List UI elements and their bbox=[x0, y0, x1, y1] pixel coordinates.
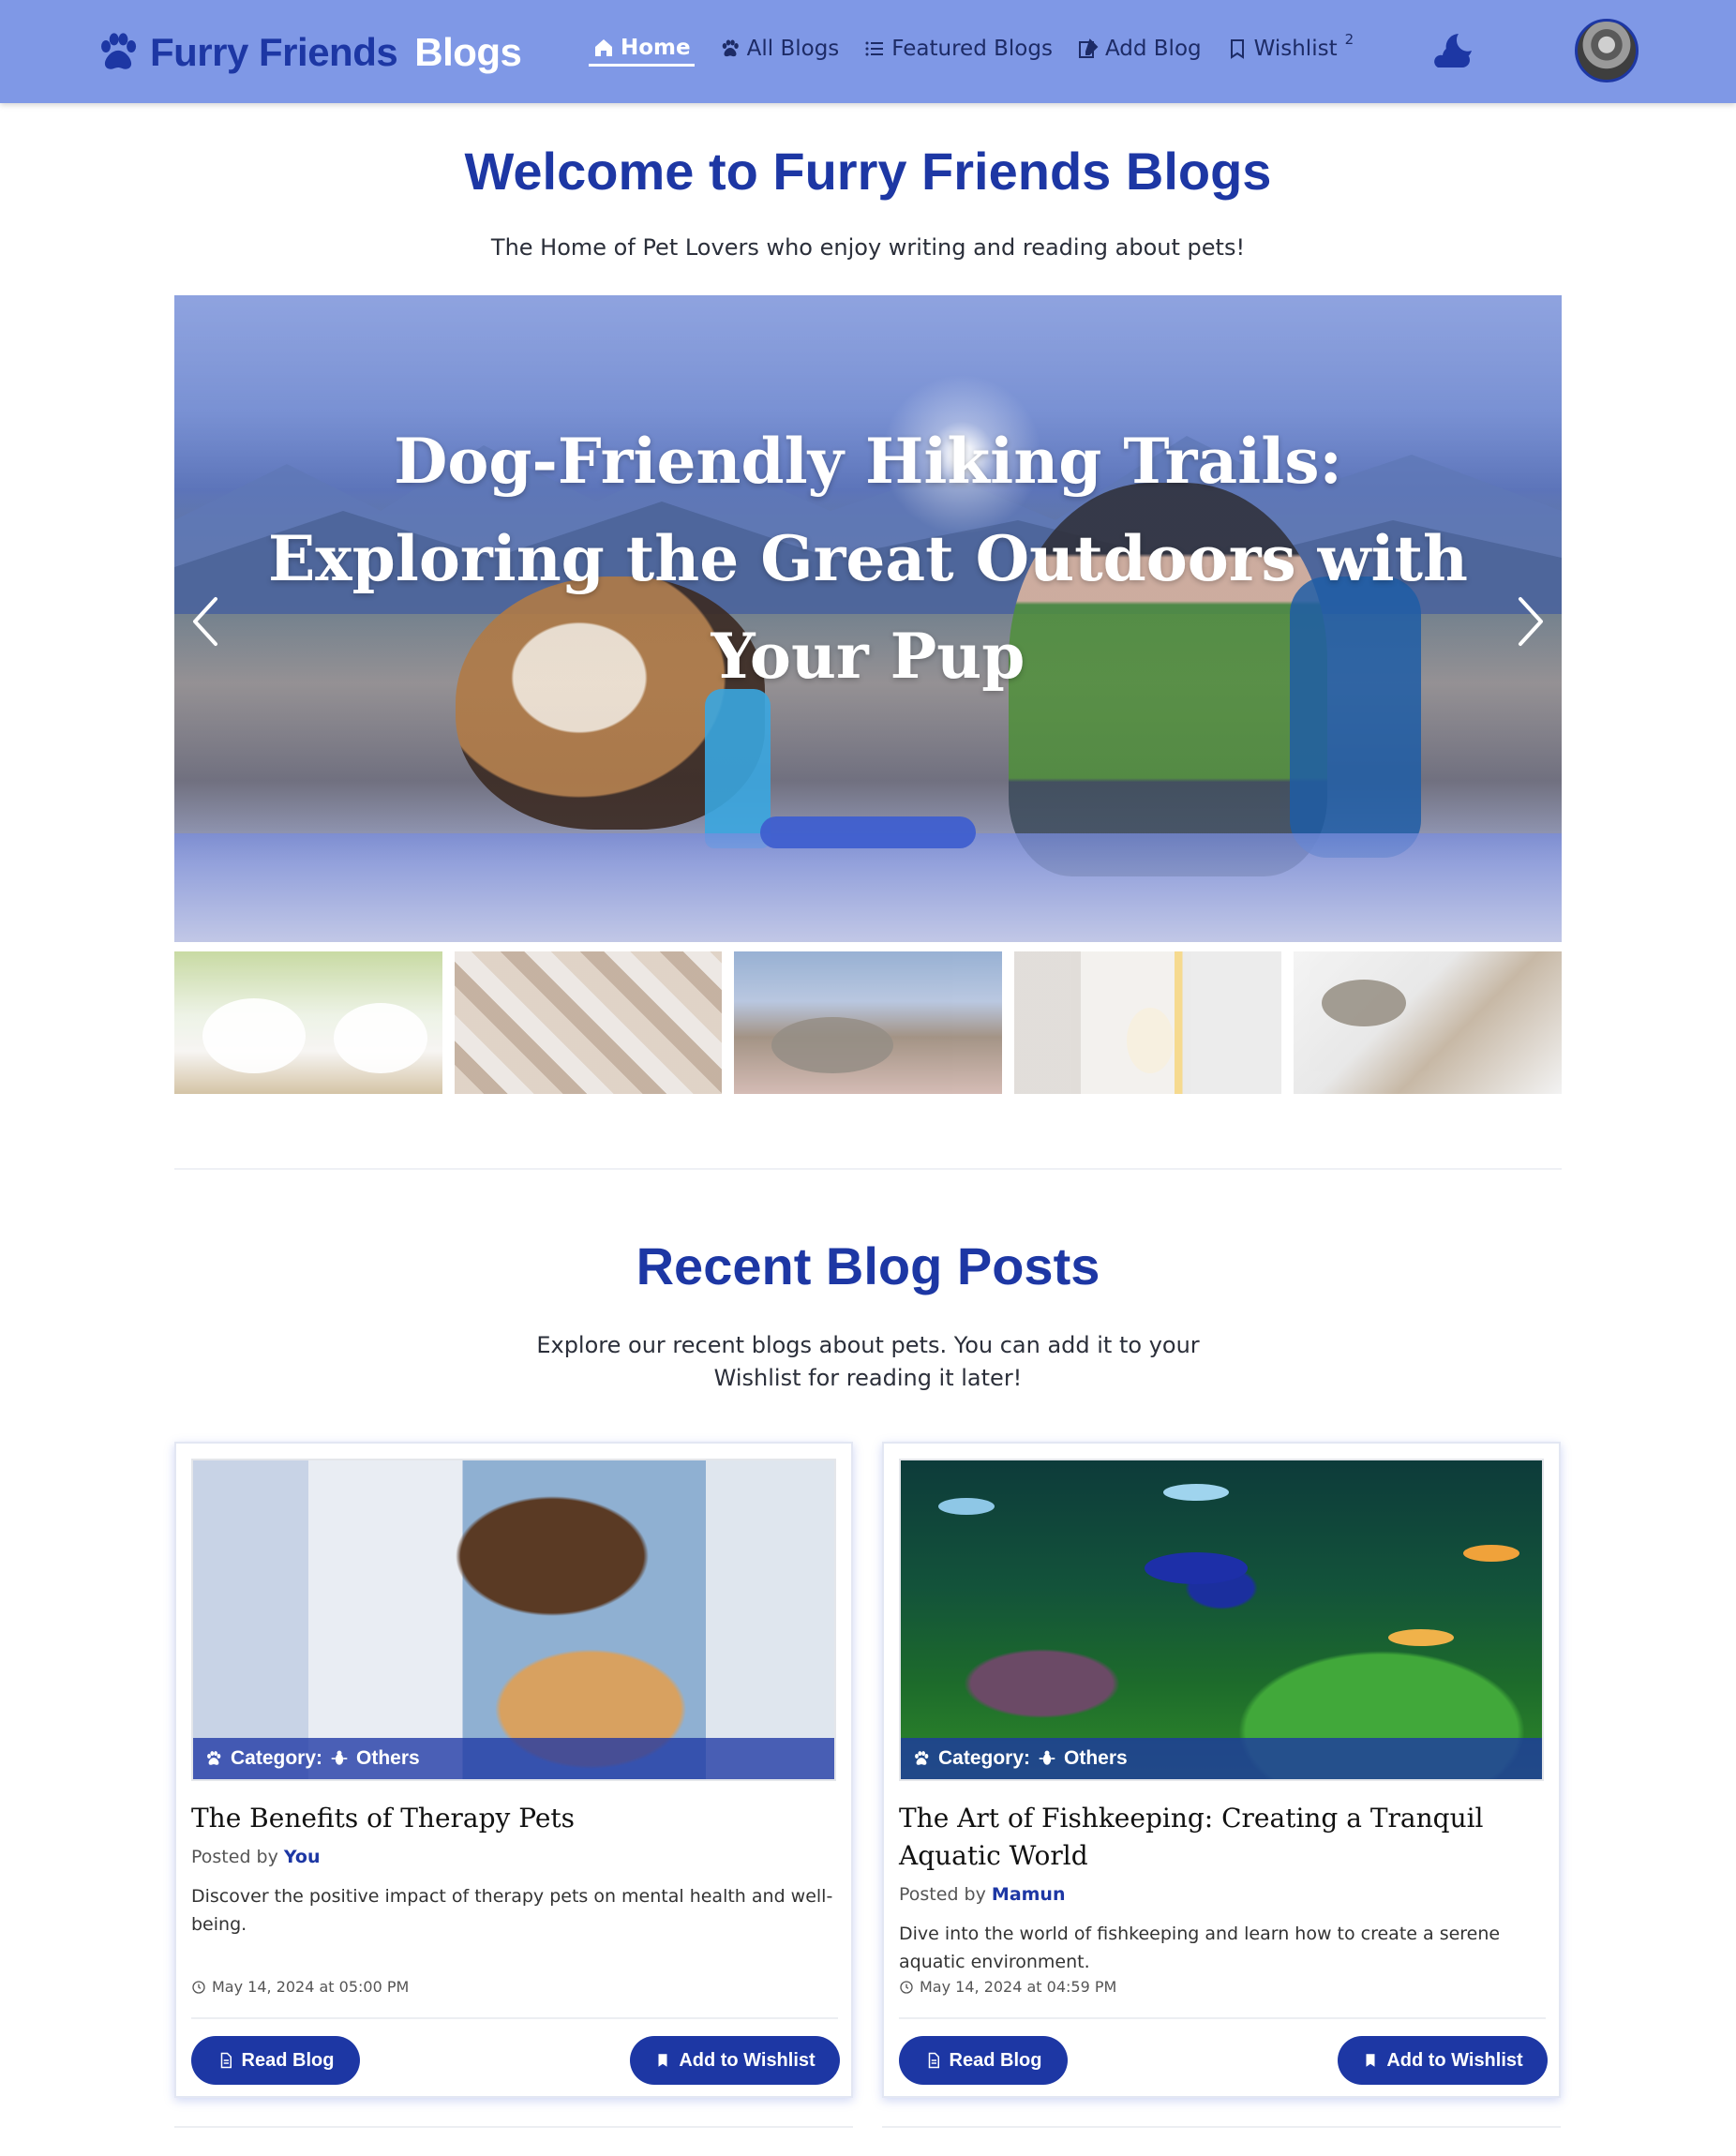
add-to-wishlist-button[interactable]: Add to Wishlist bbox=[630, 2036, 840, 2085]
main-nav: Home All Blogs Featured Blogs Add Blog W… bbox=[589, 28, 1354, 73]
nav-wishlist-label: Wishlist bbox=[1253, 37, 1338, 61]
fish-shape bbox=[1388, 1629, 1454, 1646]
rabbit-shape bbox=[202, 998, 306, 1073]
fish-shape bbox=[1463, 1545, 1519, 1562]
paw-icon bbox=[915, 1751, 929, 1765]
bookmark-icon bbox=[1366, 2054, 1375, 2067]
document-icon bbox=[220, 2052, 232, 2069]
next-card-edge bbox=[174, 2126, 853, 2128]
moon-cloud-icon[interactable] bbox=[1427, 30, 1475, 73]
nav-home[interactable]: Home bbox=[589, 36, 695, 67]
edit-icon bbox=[1078, 38, 1099, 58]
read-blog-label: Read Blog bbox=[949, 2049, 1042, 2071]
cat-shape bbox=[1322, 980, 1407, 1026]
posted-by: Posted by You bbox=[191, 1847, 321, 1867]
nav-wishlist[interactable]: Wishlist 2 bbox=[1226, 31, 1354, 65]
rabbit-shape bbox=[771, 1017, 894, 1073]
author-link[interactable]: You bbox=[284, 1847, 321, 1867]
nav-featured-blogs[interactable]: Featured Blogs bbox=[863, 37, 1053, 65]
category-prefix: Category: bbox=[938, 1747, 1031, 1769]
category-badge: Category: Others bbox=[901, 1738, 1542, 1779]
read-blog-button[interactable]: Read Blog bbox=[899, 2036, 1068, 2085]
category-prefix: Category: bbox=[231, 1747, 323, 1769]
fish-shape bbox=[1145, 1552, 1248, 1584]
user-avatar[interactable] bbox=[1575, 19, 1639, 82]
document-icon bbox=[928, 2052, 939, 2069]
nav-all-blogs[interactable]: All Blogs bbox=[719, 37, 840, 65]
bug-icon bbox=[331, 1750, 348, 1765]
post-date: May 14, 2024 at 05:00 PM bbox=[191, 1978, 409, 1996]
blog-card: Category: Others The Art of Fishkeeping:… bbox=[882, 1442, 1561, 2098]
blog-card-description: Discover the positive impact of therapy … bbox=[191, 1886, 833, 1935]
wishlist-count-badge: 2 bbox=[1344, 31, 1354, 48]
thumbnail-cat-indoors[interactable] bbox=[1013, 951, 1282, 1094]
bottle-shape bbox=[705, 689, 771, 848]
navbar: Furry Friends Blogs Home All Blogs Featu… bbox=[0, 0, 1736, 103]
category-name: Others bbox=[1064, 1747, 1128, 1769]
posted-by-prefix: Posted by bbox=[191, 1847, 278, 1867]
slide-caption-pill[interactable] bbox=[760, 816, 976, 848]
featured-carousel[interactable]: Dog-Friendly Hiking Trails: Exploring th… bbox=[174, 295, 1562, 942]
card-divider bbox=[191, 2017, 838, 2019]
thumbnail-cat-litter-box[interactable] bbox=[1294, 951, 1562, 1094]
nav-add-blog-label: Add Blog bbox=[1104, 37, 1202, 61]
nav-all-blogs-label: All Blogs bbox=[746, 37, 840, 61]
paw-icon bbox=[101, 33, 137, 69]
brand-logo[interactable]: Furry Friends Blogs bbox=[94, 24, 522, 81]
recent-posts-subtitle: Explore our recent blogs about pets. You… bbox=[536, 1332, 1200, 1391]
fish-shape bbox=[938, 1498, 995, 1515]
section-divider bbox=[174, 1168, 1562, 1170]
category-badge: Category: Others bbox=[193, 1738, 834, 1779]
brand-name: Furry Friends bbox=[150, 30, 398, 74]
brand-name-suffix: Blogs bbox=[414, 30, 522, 74]
paw-icon bbox=[207, 1751, 221, 1765]
add-to-wishlist-button[interactable]: Add to Wishlist bbox=[1338, 2036, 1548, 2085]
slide-title: Dog-Friendly Hiking Trails: Exploring th… bbox=[267, 425, 1469, 693]
read-blog-button[interactable]: Read Blog bbox=[191, 2036, 360, 2085]
author-link[interactable]: Mamun bbox=[992, 1884, 1066, 1905]
nav-add-blog[interactable]: Add Blog bbox=[1077, 37, 1202, 65]
paw-icon bbox=[722, 39, 739, 57]
bug-icon bbox=[1039, 1750, 1055, 1765]
add-to-wishlist-label: Add to Wishlist bbox=[679, 2049, 816, 2071]
home-icon bbox=[595, 38, 612, 56]
blog-card: Category: Others The Benefits of Therapy… bbox=[174, 1442, 853, 2098]
chevron-right-icon[interactable] bbox=[1509, 593, 1550, 650]
blog-card-description: Dive into the world of fishkeeping and l… bbox=[899, 1924, 1501, 1972]
carousel-thumbnails bbox=[174, 951, 1562, 1094]
card-divider bbox=[899, 2017, 1546, 2019]
post-date-text: May 14, 2024 at 05:00 PM bbox=[212, 1978, 410, 1996]
page-title: Welcome to Furry Friends Blogs bbox=[464, 142, 1272, 201]
post-date-text: May 14, 2024 at 04:59 PM bbox=[920, 1978, 1117, 1996]
blog-card-image: Category: Others bbox=[899, 1459, 1544, 1781]
next-card-edge bbox=[882, 2126, 1561, 2128]
recent-posts-title: Recent Blog Posts bbox=[636, 1236, 1100, 1295]
post-date: May 14, 2024 at 04:59 PM bbox=[899, 1978, 1116, 1996]
thumbnail-kittens[interactable] bbox=[454, 951, 723, 1094]
category-name: Others bbox=[356, 1747, 420, 1769]
next-slide-peek bbox=[174, 833, 1562, 942]
bookmark-icon bbox=[658, 2054, 667, 2067]
clock-icon bbox=[192, 1980, 205, 1994]
posted-by: Posted by Mamun bbox=[899, 1884, 1066, 1905]
nav-featured-label: Featured Blogs bbox=[891, 37, 1053, 61]
rabbit-shape bbox=[334, 1003, 427, 1073]
blog-card-title[interactable]: The Benefits of Therapy Pets bbox=[191, 1800, 838, 1837]
page-subtitle: The Home of Pet Lovers who enjoy writing… bbox=[490, 234, 1246, 261]
fish-shape bbox=[1163, 1484, 1229, 1501]
blog-card-title[interactable]: The Art of Fishkeeping: Creating a Tranq… bbox=[899, 1800, 1546, 1875]
thumbnail-rabbits[interactable] bbox=[174, 951, 442, 1094]
bookmark-icon bbox=[1230, 39, 1244, 59]
posted-by-prefix: Posted by bbox=[899, 1884, 986, 1905]
cat-shape bbox=[1126, 1008, 1174, 1073]
list-icon bbox=[865, 41, 884, 56]
read-blog-label: Read Blog bbox=[241, 2049, 335, 2071]
nav-home-label: Home bbox=[621, 35, 691, 60]
thumbnail-rabbit-grooming[interactable] bbox=[734, 951, 1002, 1094]
add-to-wishlist-label: Add to Wishlist bbox=[1386, 2049, 1523, 2071]
clock-icon bbox=[900, 1980, 913, 1994]
chevron-left-icon[interactable] bbox=[186, 593, 227, 650]
blog-card-image: Category: Others bbox=[191, 1459, 836, 1781]
